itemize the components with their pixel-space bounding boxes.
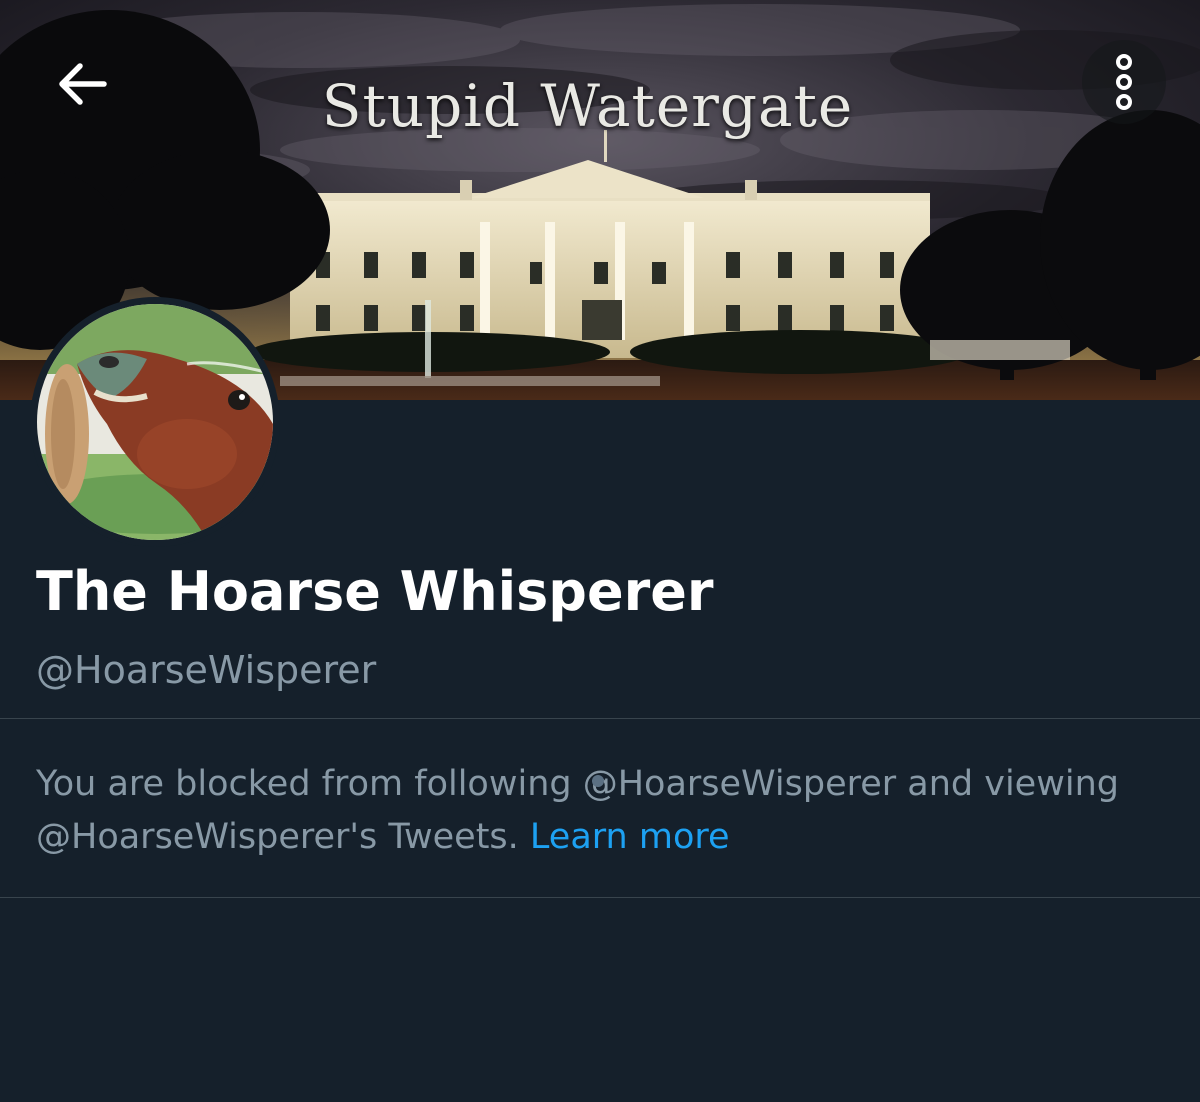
divider <box>0 897 1200 898</box>
user-handle: @HoarseWisperer <box>36 648 377 692</box>
back-button[interactable] <box>46 48 118 120</box>
avatar[interactable] <box>30 297 280 547</box>
avatar-image <box>37 304 273 540</box>
banner-title: Stupid Watergate <box>321 72 854 140</box>
arrow-left-icon <box>59 63 107 105</box>
learn-more-link[interactable]: Learn more <box>530 817 730 857</box>
more-options-button[interactable] <box>1082 40 1166 124</box>
blocked-notice: You are blocked from following @HoarseWi… <box>36 758 1166 864</box>
more-vertical-icon <box>1116 54 1132 110</box>
display-name: The Hoarse Whisperer <box>36 560 714 623</box>
touch-indicator <box>592 775 604 787</box>
divider <box>0 718 1200 719</box>
